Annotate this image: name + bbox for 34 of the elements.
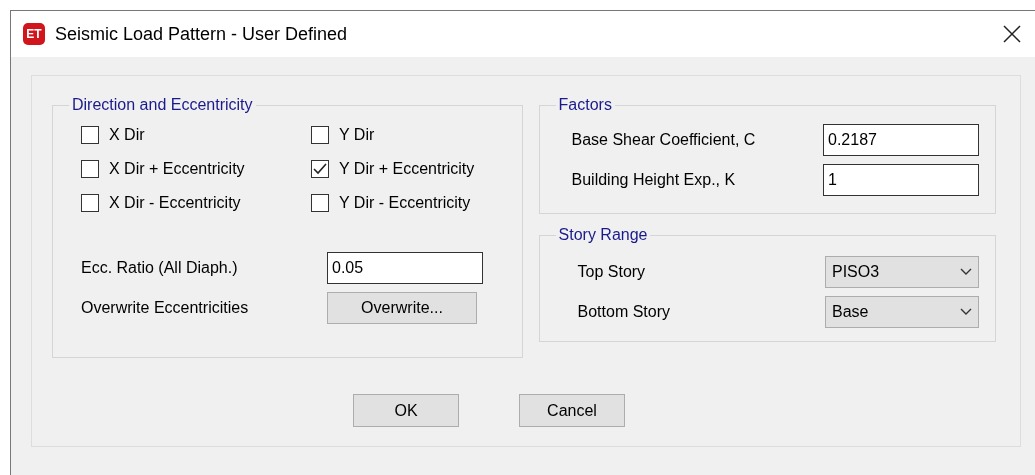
checkbox-label: X Dir + Eccentricity — [109, 160, 245, 178]
checkbox[interactable] — [311, 160, 329, 178]
checkbox-label: X Dir — [109, 126, 145, 144]
chevron-down-icon — [960, 308, 972, 316]
dropdown[interactable]: PISO3 — [825, 256, 979, 288]
input-field[interactable]: 0.05 — [327, 252, 483, 284]
field-label: Top Story — [576, 263, 646, 281]
close-icon[interactable] — [1001, 23, 1023, 45]
checkbox[interactable] — [81, 194, 99, 212]
checkbox[interactable] — [311, 194, 329, 212]
checkbox-label: Y Dir - Eccentricity — [339, 194, 471, 212]
checkbox-label: X Dir - Eccentricity — [109, 194, 241, 212]
field-label: Overwrite Eccentricities — [81, 299, 250, 317]
checkbox-label: Y Dir + Eccentricity — [339, 160, 475, 178]
chevron-down-icon — [960, 268, 972, 276]
field-label: Ecc. Ratio (All Diaph.) — [81, 259, 239, 277]
input-field[interactable]: 1 — [823, 164, 979, 196]
group-title: Story Range — [557, 226, 649, 244]
group-title: Direction and Eccentricity — [71, 96, 254, 114]
field-label: Building Height Exp., K — [570, 171, 736, 189]
overwrite-button[interactable]: Overwrite... — [327, 292, 477, 324]
checkbox-label: Y Dir — [339, 126, 375, 144]
dialog-button[interactable]: Cancel — [519, 394, 625, 427]
checkbox[interactable] — [311, 126, 329, 144]
app-logo: ET — [23, 23, 45, 45]
window-title: Seismic Load Pattern - User Defined — [55, 23, 349, 45]
dialog-button[interactable]: OK — [353, 394, 459, 427]
input-field[interactable]: 0.2187 — [823, 124, 979, 156]
group-title: Factors — [557, 96, 613, 114]
dropdown[interactable]: Base — [825, 296, 979, 328]
field-label: Base Shear Coefficient, C — [570, 131, 756, 149]
checkbox[interactable] — [81, 160, 99, 178]
checkbox[interactable] — [81, 126, 99, 144]
field-label: Bottom Story — [576, 303, 670, 321]
